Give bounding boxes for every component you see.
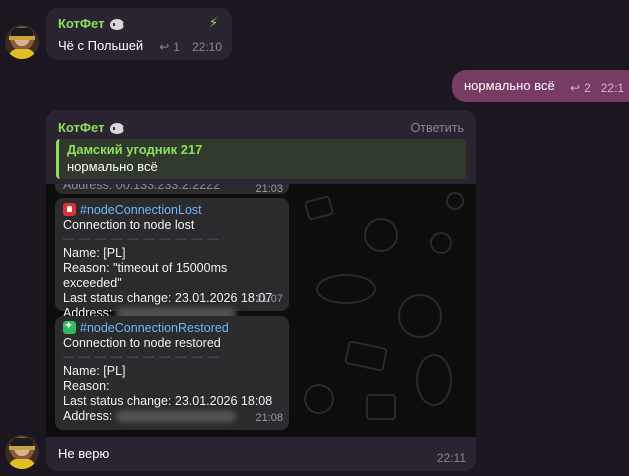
message-bubble-incoming[interactable]: КотФет ⚡ Чё с Польшей ↩ 1 22:10 [46, 8, 232, 60]
doodle-decoration [304, 384, 334, 414]
message-bubble-incoming[interactable]: Не верю 22:11 [46, 437, 476, 471]
doodle-decoration [430, 232, 452, 254]
reply-button[interactable]: Ответить [411, 121, 464, 135]
message-time: 22:11 [436, 451, 466, 465]
reply-quote[interactable]: Дамский угодник 217 нормально всё [56, 139, 466, 179]
doodle-decoration [398, 294, 442, 338]
message-bubble-incoming[interactable]: КотФет Ответить Дамский угодник 217 норм… [46, 110, 476, 188]
notification-card-lost: #nodeConnectionLost Connection to node l… [55, 198, 289, 320]
hashtag-link[interactable]: #nodeConnectionRestored [80, 321, 229, 335]
boost-lightning-icon: ⚡ [208, 15, 218, 30]
sender-name[interactable]: КотФет [58, 120, 126, 135]
doodle-decoration [446, 192, 464, 210]
message-bubble-outgoing[interactable]: нормально всё ↩ 2 22:1 [452, 70, 629, 102]
notification-card-clipped: Address: 00.133.233.2.2222 21:03 [55, 184, 289, 194]
avatar[interactable] [5, 435, 39, 469]
cat-emoji-icon [109, 17, 126, 31]
message-text: нормально всё [464, 78, 555, 93]
message-meta: ↩ 2 22:1 [570, 81, 625, 95]
message-text: Не верю [58, 446, 110, 461]
message-meta: ↩ 1 22:10 [159, 40, 222, 54]
hashtag-link[interactable]: #nodeConnectionLost [80, 203, 202, 217]
doodle-decoration [303, 194, 335, 222]
doodle-decoration [343, 340, 389, 372]
reply-arrow-icon[interactable]: ↩ [159, 40, 169, 54]
doodle-decoration [316, 274, 376, 304]
siren-icon [63, 203, 76, 216]
reply-arrow-icon[interactable]: ↩ [570, 81, 580, 95]
redacted-address [115, 411, 236, 423]
cat-emoji-icon [109, 121, 126, 135]
sparkle-icon [63, 319, 76, 334]
notification-card-restored: #nodeConnectionRestored Connection to no… [55, 316, 289, 430]
avatar[interactable] [5, 25, 39, 59]
message-text: Чё с Польшей [58, 38, 144, 53]
doodle-decoration [366, 394, 396, 420]
doodle-decoration [416, 354, 452, 406]
doodle-decoration [364, 218, 398, 252]
sender-name[interactable]: КотФет [58, 16, 126, 31]
